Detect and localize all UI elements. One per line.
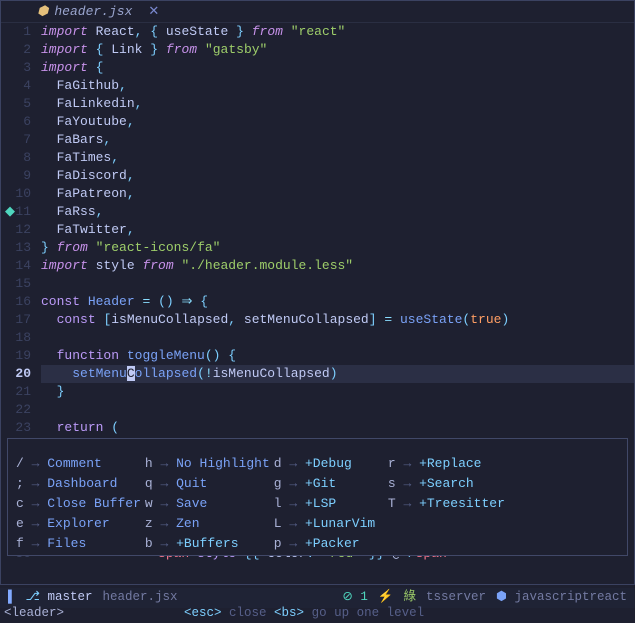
code-line: import style from "./header.module.less" (41, 257, 634, 275)
code-line: FaTimes, (41, 149, 634, 167)
code-line: const [isMenuCollapsed, setMenuCollapsed… (41, 311, 634, 329)
which-key-item[interactable]: w → Save (145, 495, 270, 513)
which-key-item[interactable]: ; → Dashboard (16, 475, 141, 493)
git-branch: ⎇ master (26, 589, 93, 606)
lsp-status: tsserver (426, 589, 486, 606)
mode-indicator: ▌ (8, 589, 16, 606)
code-line: return ( (41, 419, 634, 437)
cursor: C (127, 366, 135, 381)
code-line: import { Link } from "gatsby" (41, 41, 634, 59)
which-key-item[interactable]: q → Quit (145, 475, 270, 493)
treesitter-status: 綠 (404, 589, 417, 606)
code-line: FaTwitter, (41, 221, 634, 239)
code-line: } from "react-icons/fa" (41, 239, 634, 257)
code-line: FaGithub, (41, 77, 634, 95)
diagnostic-sign: ◆ (5, 203, 15, 221)
which-key-item[interactable]: g → +Git (274, 475, 384, 493)
which-key-item[interactable]: s → +Search (388, 475, 505, 493)
code-line: function toggleMenu() { (41, 347, 634, 365)
which-key-item[interactable]: d → +Debug (274, 455, 384, 473)
info-icon: ⊘ (342, 590, 352, 604)
code-line: const Header = () ⇒ { (41, 293, 634, 311)
code-line: FaRss, (41, 203, 634, 221)
which-key-item[interactable]: l → +LSP (274, 495, 384, 513)
tab-filename: header.jsx (54, 3, 132, 21)
code-line: FaBars, (41, 131, 634, 149)
filetype-icon: ⬢ (496, 590, 507, 604)
code-line (41, 275, 634, 293)
which-key-item[interactable]: b → +Buffers (145, 535, 270, 553)
code-line (41, 329, 634, 347)
tab-bar: ⬢ header.jsx ✕ (1, 1, 634, 23)
editor-window: ⬢ header.jsx ✕ 1 2 3 4 5 6 7 8 9 10 ◆11 … (0, 0, 635, 585)
tab-header-jsx[interactable]: ⬢ header.jsx ✕ (37, 3, 159, 21)
code-line: import { (41, 59, 634, 77)
diagnostic-info: ⊘ 1 (342, 589, 368, 606)
code-line: FaYoutube, (41, 113, 634, 131)
code-line (41, 401, 634, 419)
which-key-item[interactable]: c → Close Buffer (16, 495, 141, 513)
code-line-current: setMenuCollapsed(!isMenuCollapsed) (41, 365, 634, 383)
branch-icon: ⎇ (26, 590, 40, 604)
file-icon: ⬢ (37, 3, 48, 21)
command-line: <leader> <esc> close <bs> go up one leve… (0, 606, 635, 622)
which-key-item[interactable]: L → +LunarVim (274, 515, 384, 533)
which-key-item[interactable]: f → Files (16, 535, 141, 553)
current-line-number: 20 (1, 365, 31, 383)
code-line: import React, { useState } from "react" (41, 23, 634, 41)
which-key-item[interactable]: h → No Highlight (145, 455, 270, 473)
filetype: ⬢ javascriptreact (496, 589, 627, 606)
which-key-item[interactable]: / → Comment (16, 455, 141, 473)
close-icon[interactable]: ✕ (148, 3, 159, 21)
which-key-item[interactable]: T → +Treesitter (388, 495, 505, 513)
which-key-item[interactable]: p → +Packer (274, 535, 384, 553)
code-line: FaLinkedin, (41, 95, 634, 113)
which-key-item[interactable]: e → Explorer (16, 515, 141, 533)
which-key-popup: / → Comment ; → Dashboard c → Close Buffer… (7, 438, 628, 556)
which-key-item[interactable]: r → +Replace (388, 455, 505, 473)
code-line: FaPatreon, (41, 185, 634, 203)
which-key-item[interactable]: z → Zen (145, 515, 270, 533)
leader-indicator: <leader> (4, 605, 64, 622)
cmdline-hint: <esc> close <bs> go up one level (184, 605, 424, 622)
code-line: } (41, 383, 634, 401)
diagnostic-hint-icon: ⚡ (378, 589, 394, 606)
status-filename: header.jsx (102, 589, 177, 606)
code-line: FaDiscord, (41, 167, 634, 185)
